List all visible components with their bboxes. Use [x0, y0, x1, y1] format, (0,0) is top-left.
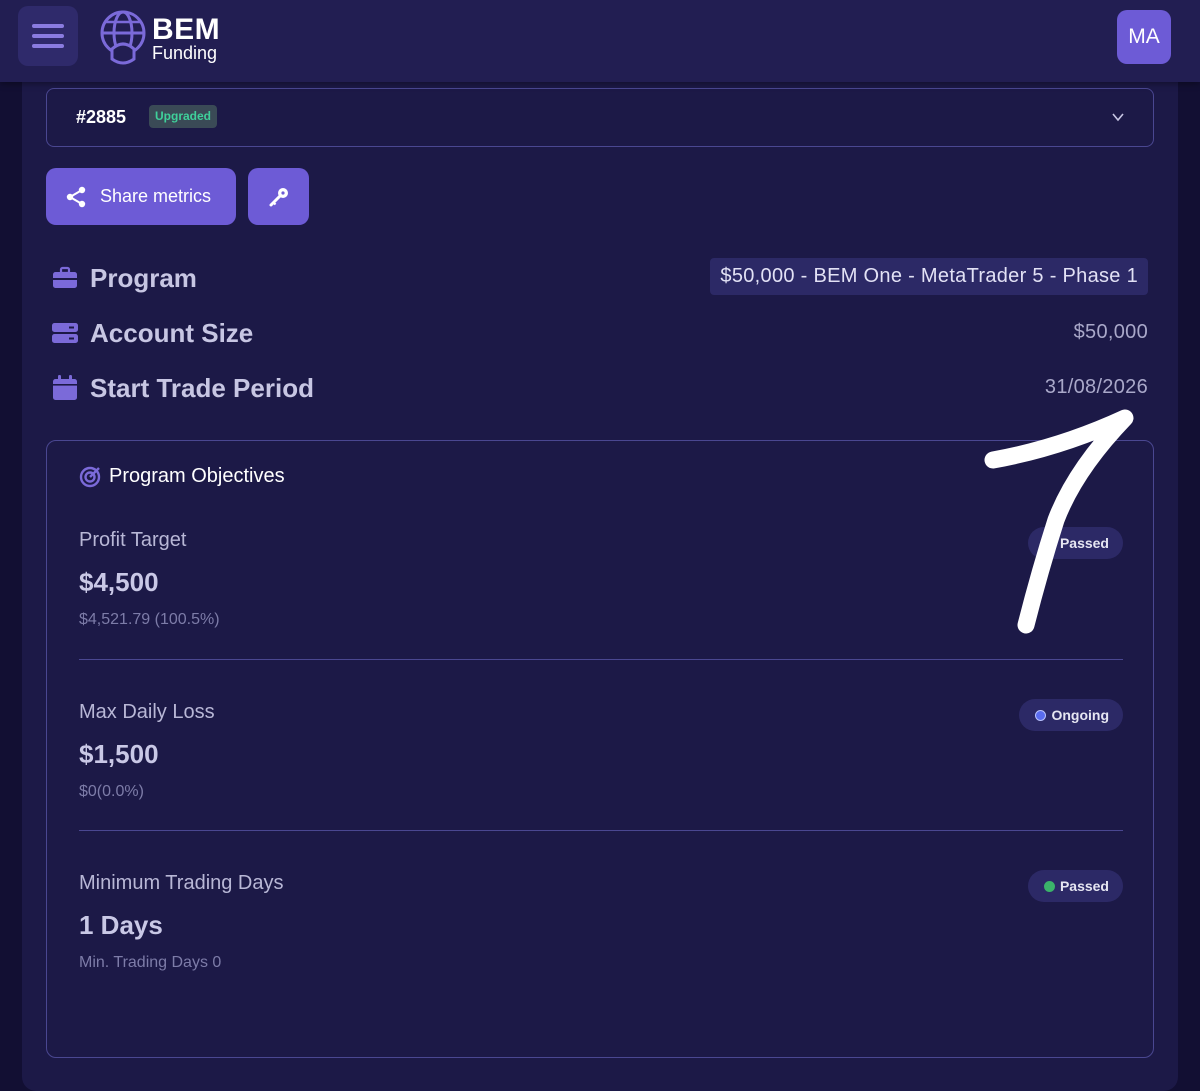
share-metrics-button[interactable]: Share metrics: [46, 168, 236, 225]
objective-status-badge: Passed: [1027, 527, 1123, 559]
divider: [79, 659, 1123, 660]
account-size-row: Account Size $50,000: [52, 313, 1148, 353]
objective-amount: $1,500: [79, 739, 159, 769]
start-trade-period-row: Start Trade Period 31/08/2026: [52, 368, 1148, 408]
objective-detail: $4,521.79 (100.5%): [79, 611, 220, 628]
program-objectives-card: Program Objectives Profit Target $4,500 …: [46, 440, 1154, 1058]
objective-status-label: Passed: [1059, 535, 1109, 551]
start-trade-period-value: 31/08/2026: [1044, 376, 1148, 398]
start-trade-period-label: Start Trade Period: [90, 373, 314, 403]
objective-status-label: Ongoing: [1051, 707, 1109, 723]
account-selector[interactable]: #2885 Upgraded: [46, 88, 1154, 147]
top-bar: BEM Funding MA: [0, 0, 1200, 82]
objectives-title: Program Objectives: [109, 465, 285, 487]
logo-wordmark: BEM: [152, 12, 221, 46]
share-icon: [66, 186, 86, 207]
user-avatar[interactable]: MA: [1117, 10, 1171, 64]
program-value: $50,000 - BEM One - MetaTrader 5 - Phase…: [710, 258, 1148, 295]
brand-logo[interactable]: BEM Funding: [98, 8, 220, 68]
divider: [79, 830, 1123, 831]
hamburger-icon: [32, 24, 64, 28]
objective-status-badge: Ongoing: [1019, 699, 1123, 731]
objective-name: Max Daily Loss: [79, 701, 215, 723]
objective-status-badge: Passed: [1027, 870, 1123, 902]
key-icon: [269, 187, 288, 206]
objective-name: Profit Target: [79, 529, 187, 551]
globe-logo-icon: [100, 10, 146, 65]
hamburger-menu-button[interactable]: [18, 6, 78, 66]
account-id: #2885: [76, 107, 127, 127]
logo-subtitle: Funding: [152, 42, 218, 63]
status-dot-icon: [1043, 880, 1055, 892]
objective-name: Minimum Trading Days: [79, 872, 284, 894]
account-size-value: $50,000: [1073, 321, 1148, 343]
program-row: Program $50,000 - BEM One - MetaTrader 5…: [52, 258, 1148, 298]
target-icon: [79, 466, 101, 487]
status-dot-icon: [1043, 537, 1055, 549]
account-size-label: Account Size: [90, 318, 254, 348]
calendar-icon: [53, 375, 77, 400]
server-icon: [52, 323, 78, 343]
program-label: Program: [90, 263, 197, 293]
objective-detail: $0(0.0%): [79, 783, 144, 800]
objective-amount: 1 Days: [79, 910, 163, 940]
share-metrics-label: Share metrics: [100, 186, 212, 206]
objective-status-label: Passed: [1059, 878, 1109, 894]
objectives-header: Program Objectives: [79, 465, 285, 488]
briefcase-icon: [53, 266, 77, 288]
credentials-button[interactable]: [248, 168, 309, 225]
chevron-down-icon: [1112, 113, 1124, 122]
status-dot-icon: [1035, 709, 1047, 721]
objective-detail: Min. Trading Days 0: [79, 954, 222, 971]
account-status-badge: Upgraded: [149, 105, 218, 128]
objective-amount: $4,500: [79, 567, 159, 597]
